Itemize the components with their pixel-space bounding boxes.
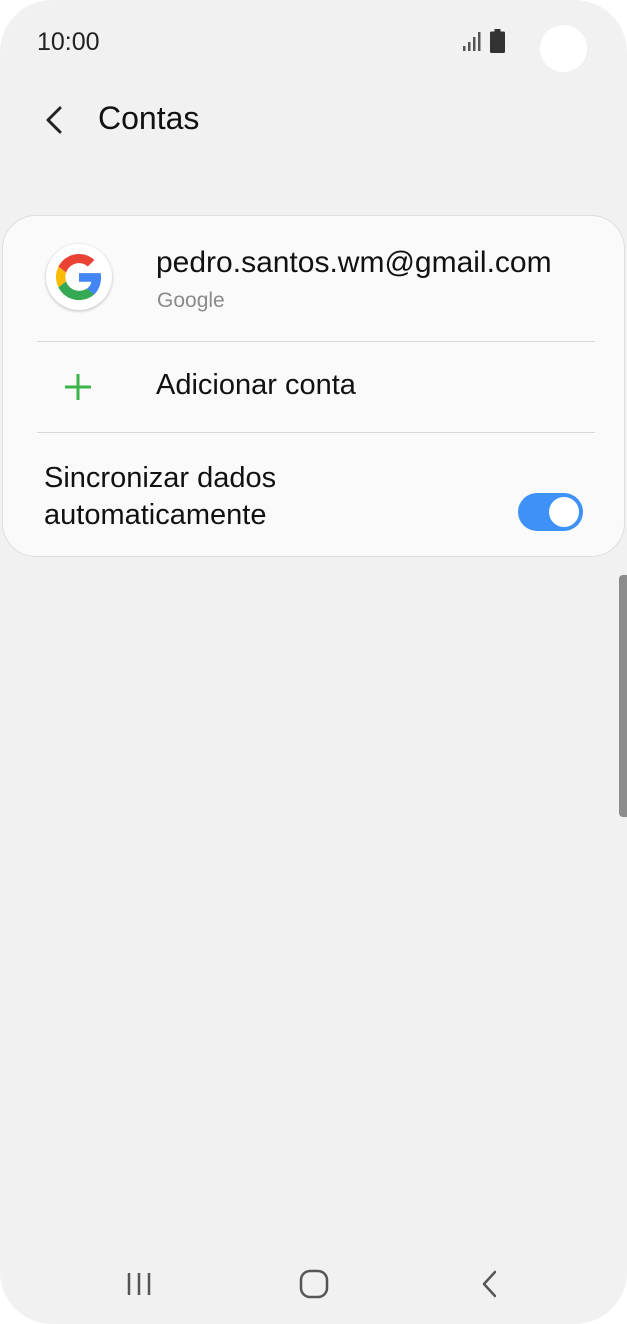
signal-bars-icon (463, 32, 481, 51)
status-bar: 10:00 (0, 0, 627, 84)
page-title: Contas (98, 100, 200, 136)
status-time: 10:00 (37, 28, 100, 56)
google-account-item[interactable]: pedro.santos.wm@gmail.com Google (3, 216, 624, 342)
battery-icon (490, 29, 505, 53)
app-bar: Contas (0, 84, 627, 154)
google-avatar (46, 244, 112, 310)
auto-sync-toggle[interactable] (518, 493, 583, 531)
account-email: pedro.santos.wm@gmail.com (156, 246, 552, 279)
auto-sync-item[interactable]: Sincronizar dados automaticamente (3, 433, 624, 557)
google-logo-icon (56, 254, 102, 300)
accounts-card: pedro.santos.wm@gmail.com Google Adicion… (2, 215, 625, 557)
recents-button[interactable] (109, 1264, 169, 1304)
auto-sync-label: Sincronizar dados automaticamente (44, 462, 277, 531)
scroll-indicator[interactable] (619, 575, 627, 817)
phone-screen: 10:00 Contas pedro.santos.wm@gmail.com G… (0, 0, 627, 1324)
navigation-bar (0, 1244, 627, 1324)
nav-back-button[interactable] (460, 1264, 520, 1304)
add-account-item[interactable]: Adicionar conta (3, 342, 624, 432)
home-icon (299, 1269, 329, 1299)
back-button[interactable] (32, 98, 76, 142)
chevron-left-icon (46, 106, 62, 134)
back-icon (482, 1270, 497, 1298)
add-account-label: Adicionar conta (156, 369, 356, 401)
plus-icon (65, 374, 91, 400)
recents-icon (127, 1273, 151, 1295)
home-button[interactable] (284, 1264, 344, 1304)
camera-cutout (540, 25, 587, 72)
toggle-thumb (547, 495, 581, 529)
account-type: Google (157, 289, 225, 312)
